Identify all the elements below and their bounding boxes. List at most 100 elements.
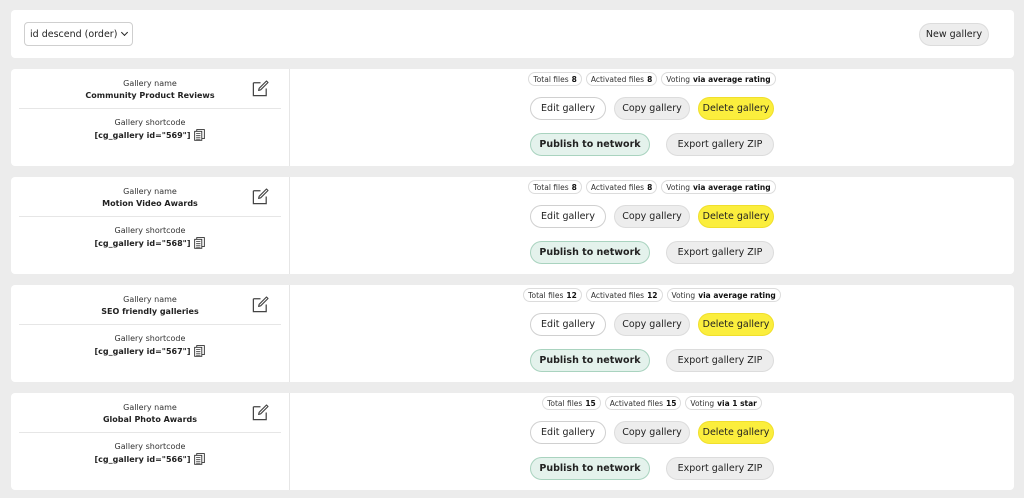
total-files-value: 12 bbox=[566, 290, 577, 300]
gallery-name-block: Gallery name SEO friendly galleries bbox=[19, 285, 281, 325]
edit-gallery-button[interactable]: Edit gallery bbox=[530, 205, 606, 228]
chevron-down-icon bbox=[121, 28, 129, 37]
total-files-label: Total files bbox=[533, 74, 569, 84]
total-files-badge: Total files 12 bbox=[523, 288, 582, 302]
gallery-info: Gallery name Motion Video Awards Gallery… bbox=[11, 177, 290, 274]
shortcode-line: [cg_gallery id="567"] bbox=[95, 345, 206, 357]
voting-badge: Voting via average rating bbox=[666, 288, 781, 302]
delete-gallery-button[interactable]: Delete gallery bbox=[698, 205, 774, 228]
total-files-badge: Total files 8 bbox=[528, 72, 582, 86]
copy-gallery-button[interactable]: Copy gallery bbox=[614, 313, 690, 336]
gallery-name-block: Gallery name Motion Video Awards bbox=[19, 177, 281, 217]
shortcode-line: [cg_gallery id="566"] bbox=[95, 453, 206, 465]
gallery-stats: Total files 12 Activated files 12 Voting… bbox=[290, 288, 1014, 302]
gallery-name: Community Product Reviews bbox=[85, 90, 215, 100]
voting-label: Voting bbox=[671, 290, 696, 300]
gallery-shortcode: [cg_gallery id="569"] bbox=[94, 130, 191, 140]
sort-order-select[interactable]: id descend (order) bbox=[24, 22, 134, 46]
gallery-actions: Total files 12 Activated files 12 Voting… bbox=[290, 285, 1014, 382]
secondary-actions: Publish to network Export gallery ZIP bbox=[290, 457, 1014, 480]
edit-name-icon[interactable] bbox=[251, 295, 270, 314]
edit-gallery-button[interactable]: Edit gallery bbox=[530, 313, 606, 336]
delete-gallery-button[interactable]: Delete gallery bbox=[698, 421, 774, 444]
gallery-card: Gallery name Community Product Reviews G… bbox=[11, 69, 1014, 166]
gallery-card: Gallery name Motion Video Awards Gallery… bbox=[11, 177, 1014, 274]
voting-label: Voting bbox=[666, 74, 690, 84]
publish-to-network-button[interactable]: Publish to network bbox=[530, 457, 650, 480]
gallery-card: Gallery name SEO friendly galleries Gall… bbox=[11, 285, 1014, 382]
gallery-shortcode: [cg_gallery id="567"] bbox=[94, 346, 191, 356]
export-gallery-zip-button[interactable]: Export gallery ZIP bbox=[666, 349, 774, 372]
total-files-badge: Total files 8 bbox=[528, 180, 582, 194]
gallery-info: Gallery name SEO friendly galleries Gall… bbox=[11, 285, 290, 382]
gallery-shortcode-block: Gallery shortcode [cg_gallery id="569"] bbox=[19, 109, 281, 149]
gallery-shortcode: [cg_gallery id="568"] bbox=[94, 238, 191, 248]
copy-shortcode-icon[interactable] bbox=[194, 453, 206, 465]
gallery-name-label: Gallery name bbox=[123, 186, 177, 196]
edit-name-icon[interactable] bbox=[251, 79, 270, 98]
publish-to-network-button[interactable]: Publish to network bbox=[530, 133, 650, 156]
copy-gallery-button[interactable]: Copy gallery bbox=[614, 421, 690, 444]
activated-files-value: 8 bbox=[647, 182, 653, 192]
publish-to-network-button[interactable]: Publish to network bbox=[530, 241, 650, 264]
gallery-card: Gallery name Global Photo Awards Gallery… bbox=[11, 393, 1014, 490]
sort-order-value: id descend (order) bbox=[30, 28, 118, 40]
activated-files-label: Activated files bbox=[590, 290, 645, 300]
voting-value: via average rating bbox=[698, 290, 776, 300]
primary-actions: Edit gallery Copy gallery Delete gallery bbox=[290, 421, 1014, 444]
gallery-name-block: Gallery name Community Product Reviews bbox=[19, 69, 281, 109]
voting-badge: Voting via average rating bbox=[661, 72, 776, 86]
primary-actions: Edit gallery Copy gallery Delete gallery bbox=[290, 97, 1014, 120]
activated-files-label: Activated files bbox=[590, 74, 645, 84]
gallery-name-label: Gallery name bbox=[123, 78, 177, 88]
activated-files-label: Activated files bbox=[609, 398, 663, 408]
total-files-badge: Total files 15 bbox=[542, 396, 601, 410]
secondary-actions: Publish to network Export gallery ZIP bbox=[290, 241, 1014, 264]
edit-name-icon[interactable] bbox=[251, 403, 270, 422]
gallery-info: Gallery name Community Product Reviews G… bbox=[11, 69, 290, 166]
activated-files-badge: Activated files 8 bbox=[585, 180, 658, 194]
secondary-actions: Publish to network Export gallery ZIP bbox=[290, 133, 1014, 156]
gallery-shortcode-label: Gallery shortcode bbox=[114, 118, 186, 127]
copy-shortcode-icon[interactable] bbox=[194, 129, 206, 141]
export-gallery-zip-button[interactable]: Export gallery ZIP bbox=[666, 133, 774, 156]
total-files-label: Total files bbox=[528, 290, 564, 300]
gallery-actions: Total files 8 Activated files 8 Voting v… bbox=[290, 69, 1014, 166]
edit-gallery-button[interactable]: Edit gallery bbox=[530, 421, 606, 444]
edit-gallery-button[interactable]: Edit gallery bbox=[530, 97, 606, 120]
edit-name-icon[interactable] bbox=[251, 187, 270, 206]
activated-files-value: 12 bbox=[647, 290, 658, 300]
activated-files-value: 15 bbox=[665, 398, 677, 408]
voting-value: via 1 star bbox=[717, 398, 757, 408]
gallery-actions: Total files 15 Activated files 15 Voting… bbox=[290, 393, 1014, 490]
gallery-shortcode-block: Gallery shortcode [cg_gallery id="567"] bbox=[19, 325, 281, 365]
total-files-value: 15 bbox=[585, 398, 596, 408]
export-gallery-zip-button[interactable]: Export gallery ZIP bbox=[666, 241, 774, 264]
gallery-name-label: Gallery name bbox=[123, 402, 177, 412]
new-gallery-button[interactable]: New gallery bbox=[919, 22, 989, 46]
gallery-name-block: Gallery name Global Photo Awards bbox=[19, 393, 281, 433]
gallery-actions: Total files 8 Activated files 8 Voting v… bbox=[290, 177, 1014, 274]
gallery-name: Motion Video Awards bbox=[102, 198, 198, 208]
gallery-stats: Total files 8 Activated files 8 Voting v… bbox=[290, 180, 1014, 194]
gallery-shortcode-label: Gallery shortcode bbox=[114, 226, 186, 235]
activated-files-badge: Activated files 8 bbox=[585, 72, 658, 86]
publish-to-network-button[interactable]: Publish to network bbox=[530, 349, 650, 372]
copy-gallery-button[interactable]: Copy gallery bbox=[614, 97, 690, 120]
voting-value: via average rating bbox=[692, 74, 771, 84]
voting-badge: Voting via average rating bbox=[661, 180, 776, 194]
activated-files-badge: Activated files 12 bbox=[585, 288, 663, 302]
copy-gallery-button[interactable]: Copy gallery bbox=[614, 205, 690, 228]
delete-gallery-button[interactable]: Delete gallery bbox=[698, 313, 774, 336]
copy-shortcode-icon[interactable] bbox=[194, 345, 206, 357]
gallery-shortcode-label: Gallery shortcode bbox=[114, 442, 186, 451]
activated-files-badge: Activated files 15 bbox=[604, 396, 682, 410]
copy-shortcode-icon[interactable] bbox=[194, 237, 206, 249]
delete-gallery-button[interactable]: Delete gallery bbox=[698, 97, 774, 120]
voting-label: Voting bbox=[666, 182, 690, 192]
gallery-stats: Total files 8 Activated files 8 Voting v… bbox=[290, 72, 1014, 86]
gallery-shortcode: [cg_gallery id="566"] bbox=[94, 454, 191, 464]
export-gallery-zip-button[interactable]: Export gallery ZIP bbox=[666, 457, 774, 480]
voting-value: via average rating bbox=[692, 182, 771, 192]
total-files-label: Total files bbox=[533, 182, 569, 192]
